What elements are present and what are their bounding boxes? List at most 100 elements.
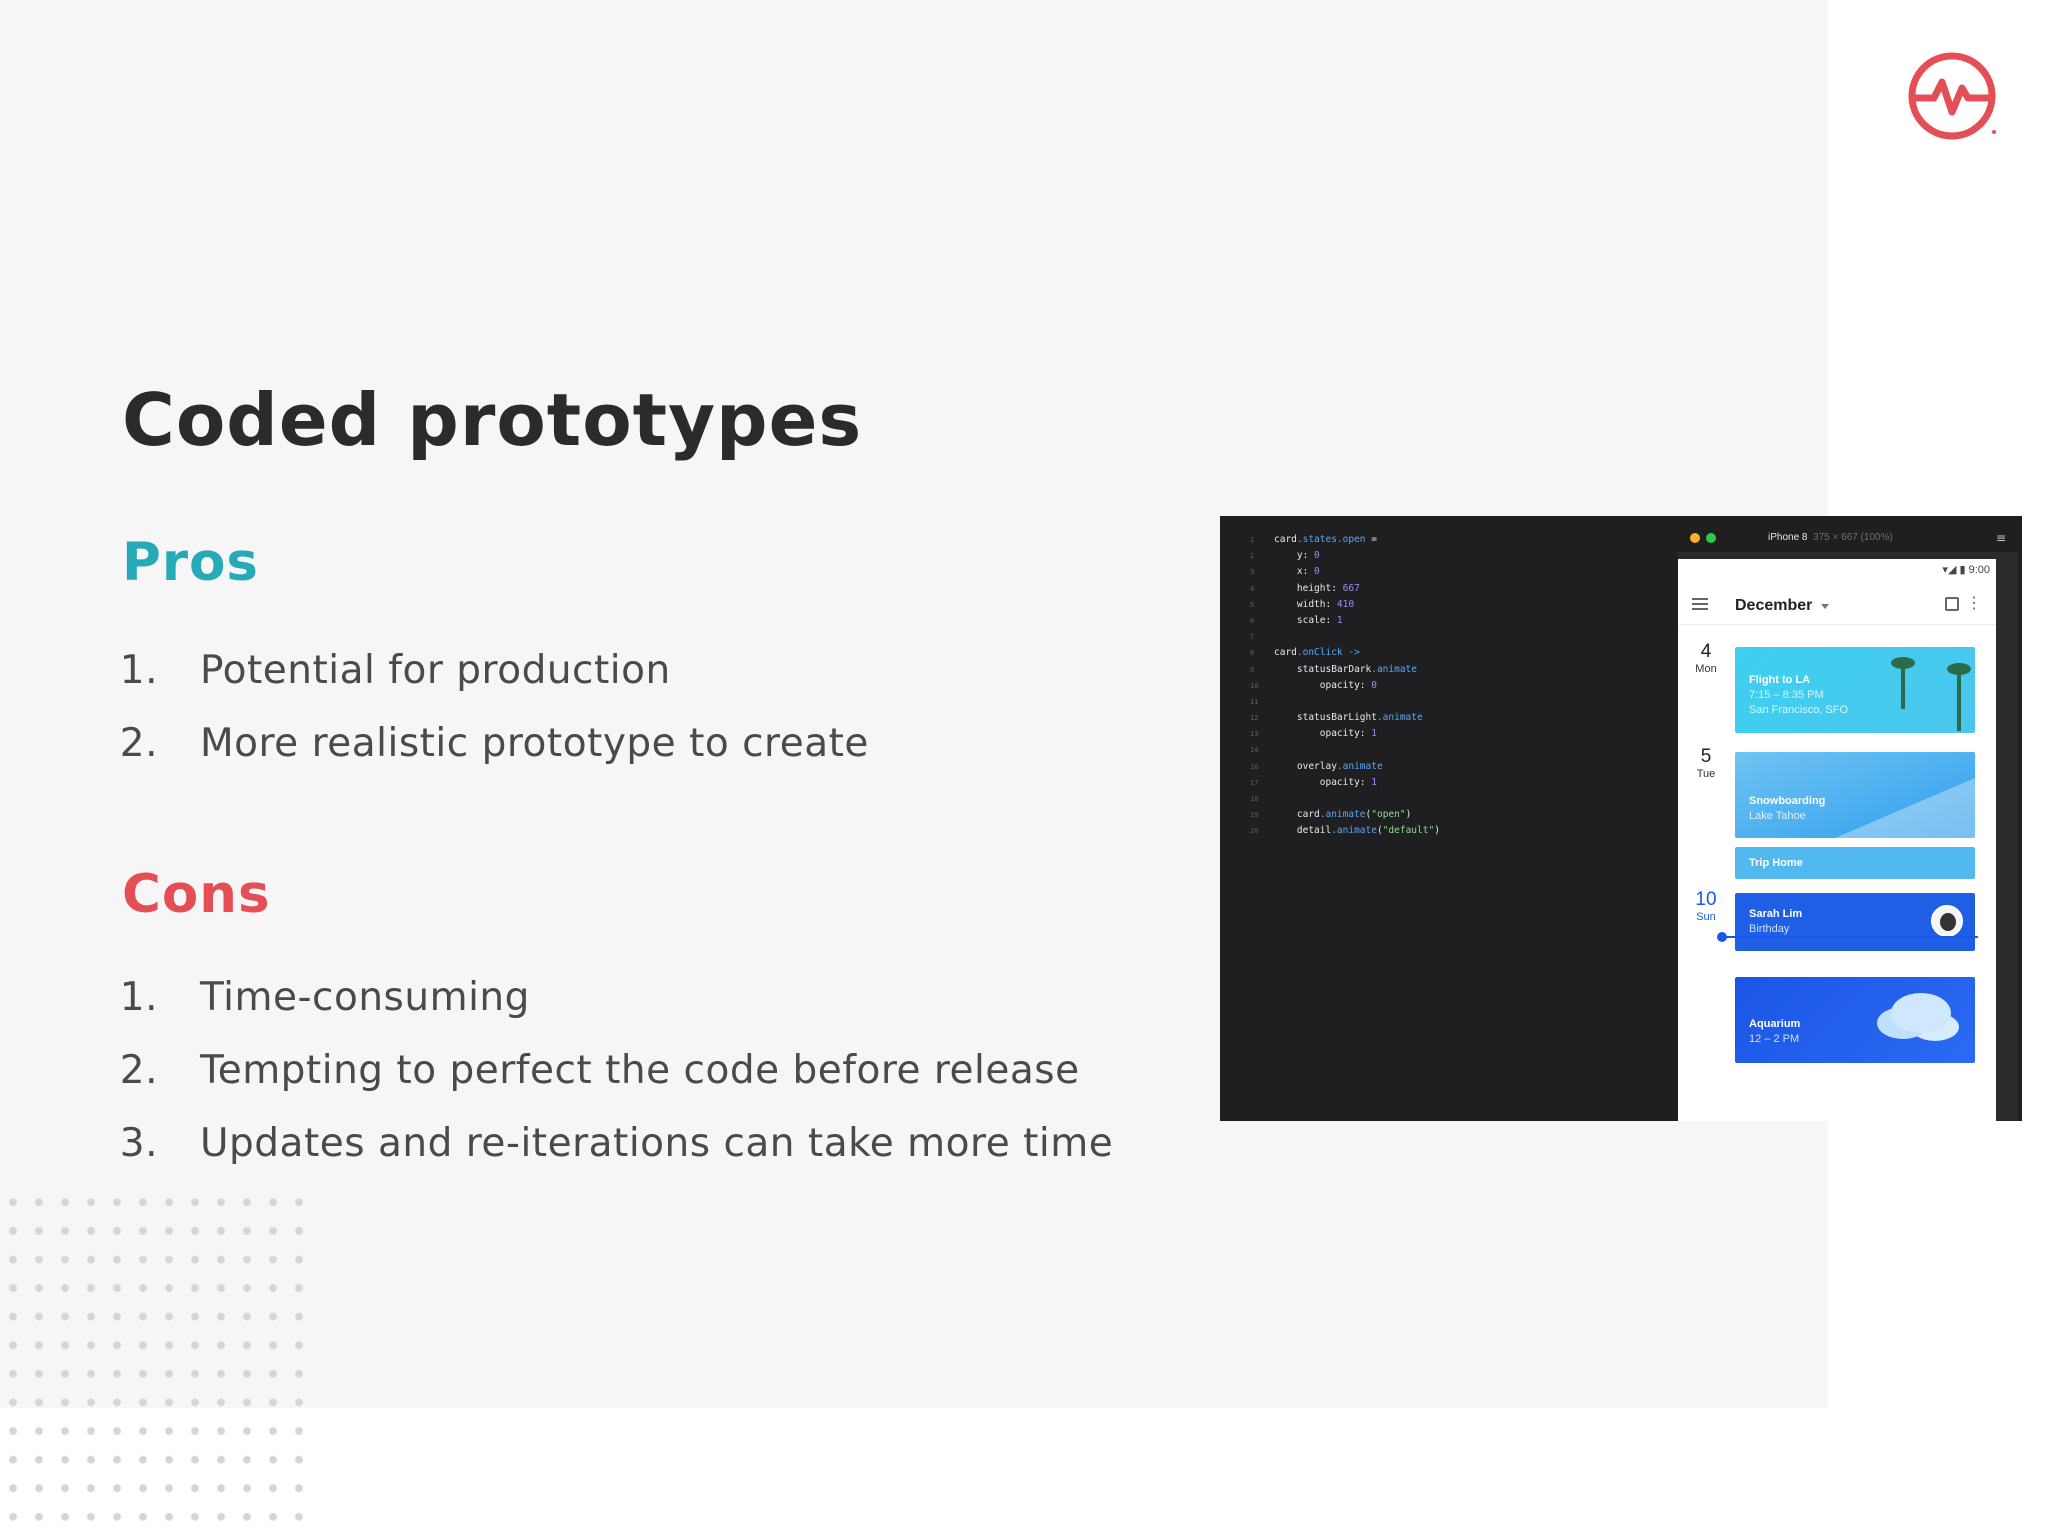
list-number: 1. [119,648,158,693]
list-number: 3. [119,1121,158,1166]
day-label: 5 Tue [1691,746,1721,780]
code-line: 17 opacity: 1 [1250,775,1440,791]
line-number: 17 [1250,778,1259,787]
code-line: 9 statusBarDark.animate [1250,662,1440,678]
code-token: ) [1405,809,1412,821]
line-number: 4 [1250,584,1255,593]
list-text: More realistic prototype to create [200,721,869,766]
line-number: 8 [1250,649,1255,658]
day-number: 4 [1700,641,1712,662]
code-token: height: [1274,582,1343,594]
event-card: Flight to LA 7:15 – 8:35 PM San Francisc… [1735,647,1975,733]
event-location: San Francisco, SFO [1749,704,1849,716]
line-number: 7 [1250,633,1255,642]
status-time: 9:00 [1968,564,1990,576]
code-token: 1 [1371,776,1377,788]
code-token: ) [1434,825,1440,837]
day-weekday: Sun [1696,911,1716,923]
code-line: 5 width: 410 [1250,597,1440,613]
code-line: 6 scale: 1 [1250,613,1440,629]
code-line: 12 statusBarLight.animate [1250,710,1440,726]
code-line: 14 [1250,742,1440,758]
prototype-screenshot: 1 card.states.open = 2 y: 03 x: 0 4 height:… [1220,516,2022,1121]
code-token: x: [1274,566,1315,578]
code-line: 19 card.animate("open") [1250,807,1440,823]
code-token: .animate [1319,809,1366,821]
code-editor: 1 card.states.open = 2 y: 03 x: 0 4 height:… [1250,532,1440,840]
code-token: 667 [1342,582,1360,594]
pros-heading: Pros [122,532,259,593]
code-line: 13 opacity: 1 [1250,726,1440,742]
list-number: 2. [119,1048,158,1093]
event-location: Lake Tahoe [1749,810,1806,822]
line-number: 18 [1250,795,1259,803]
code-token: detail [1274,825,1332,837]
maximize-dot-icon [1706,533,1716,543]
window-titlebar: iPhone 8 375 × 667 (100%) ≡ [1678,524,2018,552]
event-title: Trip Home [1749,857,1803,869]
calendar-app-screen: ▾◢ ▮ 9:00 December ⋮ 4 Mon 5 Tue 10 Sun Fli… [1678,559,1996,1121]
code-token: 1 [1371,728,1377,740]
heartbeat-circle-icon [1908,52,1996,140]
slide-title: Coded prototypes [122,378,863,462]
event-subtitle: Birthday [1749,923,1790,935]
code-token: opacity: [1274,728,1372,740]
code-token: .animate [1371,663,1417,675]
line-number: 3 [1250,568,1255,577]
window-menu-icon: ≡ [1995,531,2006,545]
code-token: .animate [1331,825,1377,837]
code-line: 16 overlay.animate [1250,759,1440,775]
minimize-dot-icon [1690,533,1700,543]
day-weekday: Mon [1695,663,1717,675]
line-number: 6 [1250,616,1255,625]
code-token: .animate [1376,712,1423,724]
line-number: 19 [1250,811,1259,820]
day-label: 4 Mon [1691,641,1721,675]
device-label: iPhone 8 375 × 667 (100%) [1768,532,1893,543]
code-token: "default" [1382,825,1435,837]
code-line: 11 [1250,694,1440,710]
list-number: 2. [119,721,158,766]
code-token: .onClick [1296,647,1343,659]
event-card: Aquarium 12 – 2 PM [1735,977,1975,1063]
list-text: Updates and re-iterations can take more … [200,1121,1114,1166]
code-token: -> [1342,647,1360,659]
dot-grid-decoration [0,1188,310,1536]
line-number: 20 [1250,827,1259,836]
hamburger-icon [1692,598,1708,610]
current-time-line [1722,936,1978,938]
list-number: 1. [119,975,158,1020]
list-text: Time-consuming [200,975,530,1020]
code-line: 3 x: 0 [1250,564,1440,580]
code-token: opacity: [1274,776,1372,788]
code-line: 10 opacity: 0 [1250,678,1440,694]
code-line: 1 card.states.open = [1250,532,1440,548]
code-token: .animate [1336,760,1383,772]
code-line: 20 detail.animate("default") [1250,823,1440,839]
line-number: 13 [1250,730,1259,739]
code-token: card [1274,809,1320,821]
device-name: iPhone 8 [1768,532,1808,543]
day-weekday: Tue [1696,768,1716,780]
device-dimensions: 375 × 667 (100%) [1813,532,1893,543]
code-token: width: [1274,598,1337,610]
code-token: = [1365,534,1377,545]
chevron-down-icon [1821,604,1829,609]
jellyfish-decoration [1891,993,1951,1033]
code-token: y: [1274,550,1315,562]
cons-heading: Cons [122,864,271,925]
code-token: scale: [1274,614,1337,626]
code-token: statusBarDark [1274,663,1372,675]
line-number: 2 [1250,552,1255,561]
more-vertical-icon: ⋮ [1966,595,1982,612]
day-number: 5 [1700,746,1712,767]
code-token: opacity: [1274,679,1372,691]
event-time: 12 – 2 PM [1749,1033,1800,1045]
code-token: card [1274,534,1297,545]
line-number: 10 [1250,681,1259,690]
event-title: Sarah Lim [1749,908,1803,920]
day-number: 10 [1695,889,1717,910]
code-token: 0 [1314,566,1320,578]
code-line: 8 card.onClick -> [1250,645,1440,661]
line-number: 9 [1250,665,1255,674]
